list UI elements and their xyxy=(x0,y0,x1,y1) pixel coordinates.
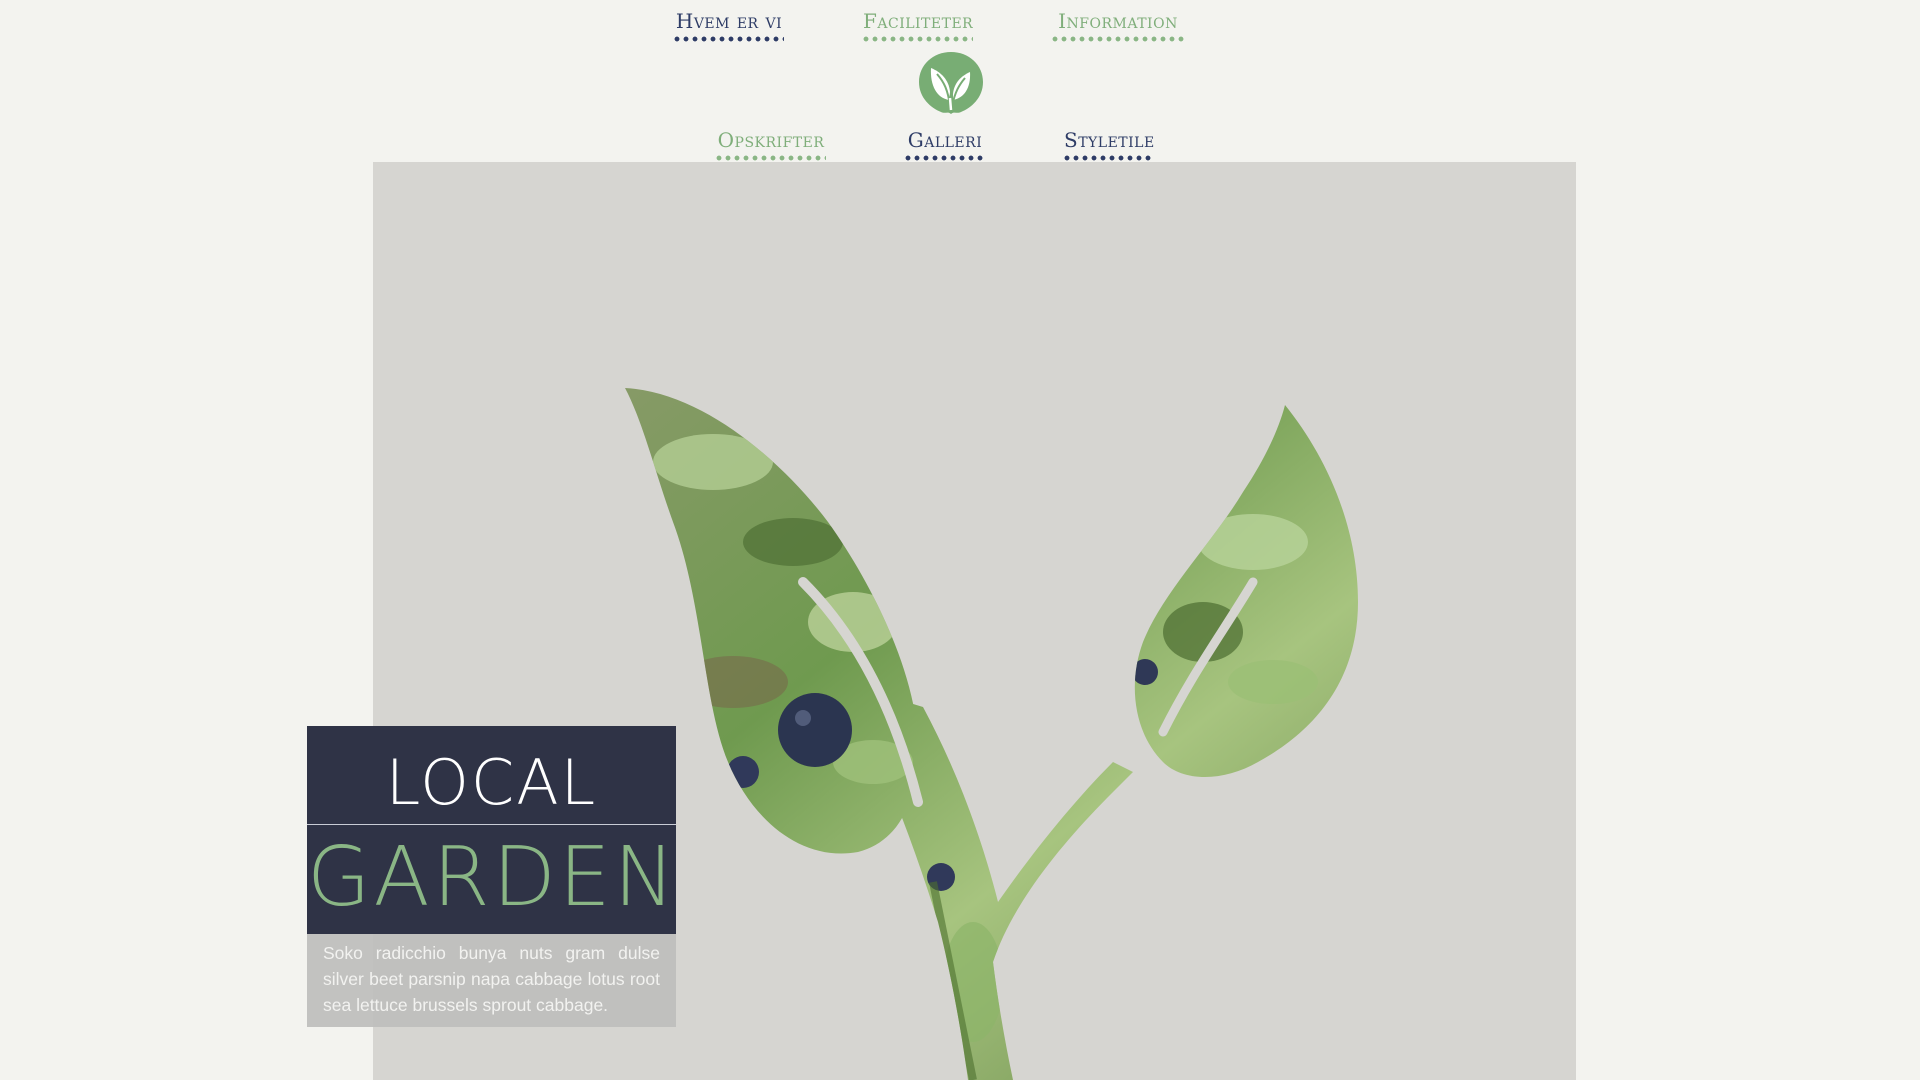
logo[interactable] xyxy=(917,50,985,116)
nav-galleri[interactable]: Galleri xyxy=(905,128,985,161)
nav-styletile[interactable]: Styletile xyxy=(1064,128,1155,161)
title-divider xyxy=(307,824,676,825)
nav-label: Faciliteter xyxy=(863,9,974,33)
nav-underline xyxy=(716,155,826,161)
nav-faciliteter[interactable]: Faciliteter xyxy=(863,9,974,42)
nav-label: Styletile xyxy=(1064,128,1155,152)
nav-underline xyxy=(863,36,973,42)
nav-label: Information xyxy=(1058,9,1178,33)
nav-underline xyxy=(905,155,985,161)
nav-information[interactable]: Information xyxy=(1052,9,1184,42)
title-garden: GARDEN xyxy=(307,830,676,925)
title-card: LOCAL GARDEN Soko radicchio bunya nuts g… xyxy=(307,726,676,1027)
leaf-icon xyxy=(919,52,983,114)
hero-description: Soko radicchio bunya nuts gram dulse sil… xyxy=(307,934,676,1027)
nav-hvem-er-vi[interactable]: Hvem er vi xyxy=(674,9,784,42)
nav-label: Galleri xyxy=(907,128,983,152)
nav-label: Opskrifter xyxy=(717,128,825,152)
title-block: LOCAL GARDEN xyxy=(307,726,676,934)
page: Hvem er vi Faciliteter Information Opskr… xyxy=(0,0,1920,1080)
nav-label: Hvem er vi xyxy=(675,9,783,33)
nav-underline xyxy=(1064,155,1154,161)
nav-opskrifter[interactable]: Opskrifter xyxy=(716,128,826,161)
nav-underline xyxy=(1052,36,1184,42)
nav-underline xyxy=(674,36,784,42)
title-local: LOCAL xyxy=(385,746,598,819)
